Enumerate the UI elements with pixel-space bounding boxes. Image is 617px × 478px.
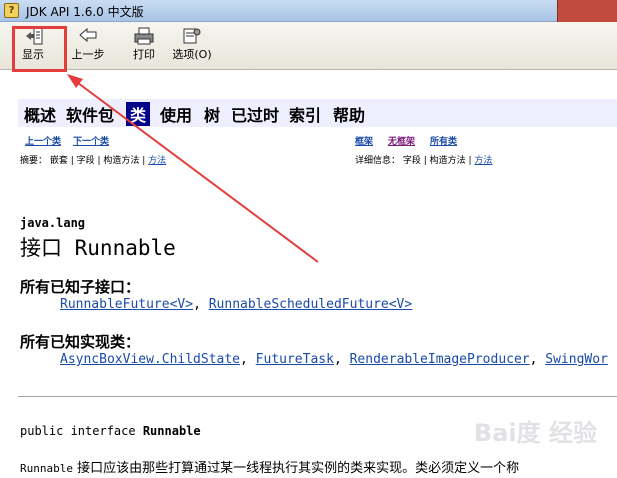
all-classes-link[interactable]: 所有类 bbox=[430, 134, 457, 147]
printer-icon bbox=[134, 27, 154, 45]
summary-row: 摘要： 嵌套 | 字段 | 构造方法 | 方法 bbox=[20, 153, 166, 166]
impl-class-link[interactable]: FutureTask bbox=[256, 352, 334, 367]
title-bar: ? JDK API 1.6.0 中文版 bbox=[0, 0, 617, 22]
next-class-link[interactable]: 下一个类 bbox=[73, 134, 109, 147]
package-name: java.lang bbox=[20, 216, 86, 230]
detail-label: 详细信息： bbox=[355, 156, 401, 166]
detail-method-link[interactable]: 方法 bbox=[474, 156, 492, 166]
nav-use[interactable]: 使用 bbox=[160, 102, 192, 126]
toolbar: 显示 上一步 打印 选项(O) bbox=[0, 22, 617, 70]
description-code: Runnable bbox=[20, 462, 73, 475]
watermark-logo: Bai度 经验 bbox=[473, 419, 597, 447]
window-title: JDK API 1.6.0 中文版 bbox=[26, 5, 144, 19]
frames-link[interactable]: 框架 bbox=[355, 134, 373, 147]
options-button[interactable]: 选项(O) bbox=[170, 26, 214, 66]
nav-index[interactable]: 索引 bbox=[289, 102, 321, 126]
declaration-name: Runnable bbox=[142, 424, 201, 438]
options-label: 选项(O) bbox=[172, 48, 212, 61]
print-button[interactable]: 打印 bbox=[122, 26, 166, 66]
back-label: 上一步 bbox=[71, 48, 105, 61]
detail-items: 字段 | 构造方法 | bbox=[402, 156, 472, 166]
nav-tree[interactable]: 树 bbox=[204, 102, 220, 126]
options-icon bbox=[183, 28, 201, 44]
highlight-box bbox=[12, 26, 67, 72]
impl-classes-heading: 所有已知实现类： bbox=[20, 333, 141, 351]
print-label: 打印 bbox=[133, 48, 155, 61]
impl-class-link[interactable]: RenderableImageProducer bbox=[350, 352, 530, 367]
nav-package[interactable]: 软件包 bbox=[66, 102, 114, 126]
subinterface-link[interactable]: RunnableScheduledFuture<V> bbox=[209, 297, 413, 312]
back-arrow-icon bbox=[79, 27, 97, 43]
summary-items: 嵌套 | 字段 | 构造方法 | bbox=[49, 156, 146, 166]
impl-class-link[interactable]: SwingWor bbox=[545, 352, 608, 367]
prev-class-link[interactable]: 上一个类 bbox=[25, 134, 61, 147]
declaration-prefix: public interface bbox=[20, 424, 143, 438]
subinterfaces-list: RunnableFuture<V>, RunnableScheduledFutu… bbox=[60, 297, 413, 312]
declaration: public interface Runnable bbox=[20, 424, 201, 438]
impl-classes-list: AsyncBoxView.ChildState, FutureTask, Ren… bbox=[60, 352, 608, 367]
description-text: 接口应该由那些打算通过某一线程执行其实例的类来实现。类必须定义一个称 bbox=[72, 461, 520, 476]
nav-overview[interactable]: 概述 bbox=[24, 102, 56, 126]
app-icon: ? bbox=[4, 3, 19, 18]
doc-content: 概述 软件包 类 使用 树 已过时 索引 帮助 上一个类 下一个类 框架 无框架… bbox=[0, 71, 617, 478]
description: Runnable 接口应该由那些打算通过某一线程执行其实例的类来实现。类必须定义… bbox=[20, 457, 519, 476]
impl-class-link[interactable]: AsyncBoxView.ChildState bbox=[60, 352, 240, 367]
no-frames-link[interactable]: 无框架 bbox=[388, 134, 415, 147]
subinterfaces-heading: 所有已知子接口： bbox=[20, 278, 141, 296]
nav-class: 类 bbox=[126, 102, 151, 126]
page-title: 接口 Runnable bbox=[20, 236, 176, 260]
back-button[interactable]: 上一步 bbox=[66, 26, 110, 66]
divider bbox=[18, 396, 617, 397]
nav-bar: 概述 软件包 类 使用 树 已过时 索引 帮助 bbox=[18, 99, 617, 127]
window-controls[interactable] bbox=[557, 0, 617, 22]
nav-deprecated[interactable]: 已过时 bbox=[231, 102, 279, 126]
detail-row: 详细信息： 字段 | 构造方法 | 方法 bbox=[355, 153, 492, 166]
nav-help[interactable]: 帮助 bbox=[333, 102, 365, 126]
summary-label: 摘要： bbox=[20, 156, 48, 166]
subinterface-link[interactable]: RunnableFuture<V> bbox=[60, 297, 193, 312]
summary-method-link[interactable]: 方法 bbox=[148, 156, 166, 166]
